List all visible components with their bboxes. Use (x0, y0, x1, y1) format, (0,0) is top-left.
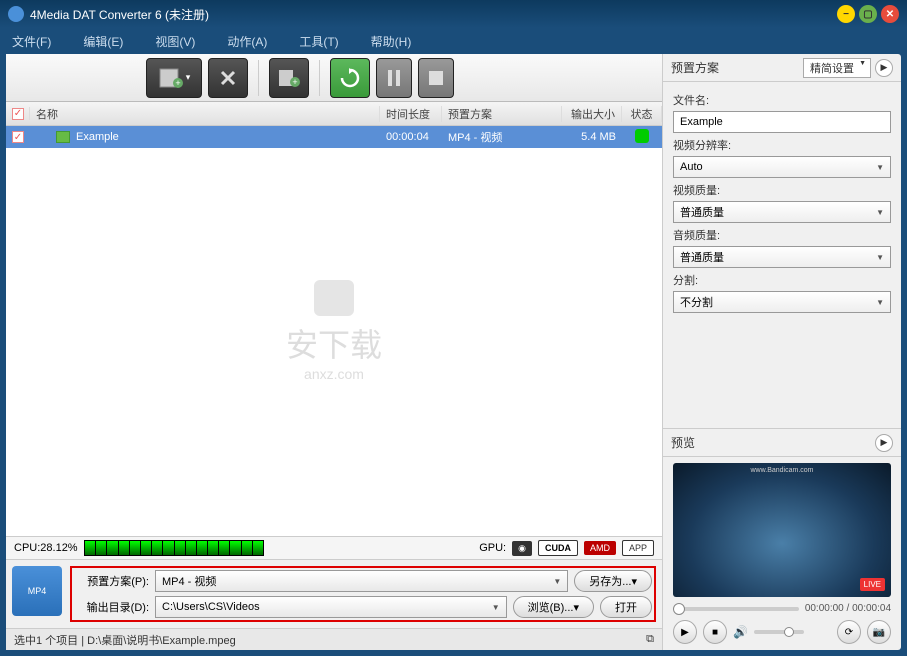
list-row[interactable]: ✓ Example 00:00:04 MP4 - 视频 5.4 MB (6, 126, 662, 148)
preset-header: 预置方案 精简设置 ▶ (663, 54, 901, 82)
properties-panel: 文件名: 视频分辨率: Auto 视频质量: 普通质量 音频质量: 普通质量 分… (663, 82, 901, 428)
column-name[interactable]: 名称 (30, 106, 380, 122)
preset-mode-select[interactable]: 精简设置 (803, 58, 871, 78)
format-icon[interactable]: MP4 (12, 566, 62, 616)
volume-icon[interactable]: 🔊 (733, 625, 748, 639)
open-button[interactable]: 打开 (600, 596, 652, 618)
volume-slider[interactable] (754, 630, 804, 634)
cpu-bar: CPU:28.12% GPU: ◉ CUDA AMD APP (6, 536, 662, 560)
close-button[interactable]: ✕ (881, 5, 899, 23)
column-duration[interactable]: 时间长度 (380, 106, 442, 122)
output-label: 输出目录(D): (74, 599, 149, 615)
toolbar: +▾ + (6, 54, 662, 102)
gpu-label: GPU: (479, 542, 506, 554)
split-label: 分割: (673, 272, 891, 288)
preview-area: 预览 ▶ www.Bandicam.com LIVE 00:00:00 / 00… (663, 428, 901, 650)
preview-expand-button[interactable]: ▶ (875, 434, 893, 452)
vquality-select[interactable]: 普通质量 (673, 201, 891, 223)
vquality-label: 视频质量: (673, 182, 891, 198)
output-path-select[interactable]: C:\Users\CS\Videos (155, 596, 507, 618)
preview-header: 预览 ▶ (663, 429, 901, 457)
plan-label: 预置方案(P): (74, 573, 149, 589)
title-bar: 4Media DAT Converter 6 (未注册) − ▢ ✕ (0, 0, 907, 28)
seek-track[interactable] (673, 607, 799, 611)
svg-text:+: + (175, 78, 180, 88)
file-list[interactable]: ✓ Example 00:00:04 MP4 - 视频 5.4 MB 安下载 a… (6, 126, 662, 536)
menu-help[interactable]: 帮助(H) (371, 33, 412, 50)
row-checkbox[interactable]: ✓ (12, 131, 24, 143)
player-controls: ▶ ■ 🔊 ⟳ 📷 (663, 614, 901, 650)
cpu-label: CPU:28.12% (14, 542, 84, 554)
row-plan: MP4 - 视频 (442, 129, 562, 145)
row-status (622, 129, 662, 146)
status-text: 选中1 个项目 | D:\桌面\说明书\Example.mpeg (14, 632, 236, 648)
app-icon (8, 6, 24, 22)
convert-button[interactable] (330, 58, 370, 98)
resize-grip-icon[interactable]: ⧉ (646, 633, 654, 646)
seek-thumb[interactable] (673, 603, 685, 615)
file-icon (56, 131, 70, 143)
nvidia-icon: ◉ (512, 541, 532, 556)
menu-action[interactable]: 动作(A) (227, 33, 267, 50)
filename-input[interactable] (673, 111, 891, 133)
svg-text:+: + (292, 77, 297, 87)
snapshot-button[interactable]: ⟳ (837, 620, 861, 644)
menu-file[interactable]: 文件(F) (12, 33, 51, 50)
live-badge: LIVE (860, 578, 885, 591)
camera-button[interactable]: 📷 (867, 620, 891, 644)
separator (258, 60, 259, 96)
resolution-label: 视频分辨率: (673, 137, 891, 153)
column-plan[interactable]: 预置方案 (442, 106, 562, 122)
delete-button[interactable] (208, 58, 248, 98)
cuda-badge[interactable]: CUDA (538, 540, 578, 556)
cpu-graph (84, 540, 264, 556)
resolution-select[interactable]: Auto (673, 156, 891, 178)
amd-badge[interactable]: AMD (584, 541, 616, 555)
app-badge[interactable]: APP (622, 540, 654, 556)
column-size[interactable]: 输出大小 (562, 106, 622, 122)
window-title: 4Media DAT Converter 6 (未注册) (30, 6, 833, 23)
add-profile-button[interactable]: + (269, 58, 309, 98)
minimize-button[interactable]: − (837, 5, 855, 23)
row-name: Example (30, 131, 380, 143)
filename-label: 文件名: (673, 92, 891, 108)
menu-edit[interactable]: 编辑(E) (83, 33, 123, 50)
preset-expand-button[interactable]: ▶ (875, 59, 893, 77)
preview-video[interactable]: www.Bandicam.com LIVE (673, 463, 891, 597)
row-size: 5.4 MB (562, 131, 622, 143)
right-pane: 预置方案 精简设置 ▶ 文件名: 视频分辨率: Auto 视频质量: 普通质量 … (663, 54, 901, 650)
left-pane: +▾ + ✓ 名称 时间长度 预置方案 输出大小 状态 ✓ Example (6, 54, 663, 650)
pause-button[interactable] (376, 58, 412, 98)
browse-button[interactable]: 浏览(B)... ▾ (513, 596, 594, 618)
preview-watermark: www.Bandicam.com (750, 467, 813, 474)
stop-preview-button[interactable]: ■ (703, 620, 727, 644)
timeline: 00:00:00 / 00:00:04 (663, 603, 901, 614)
saveas-button[interactable]: 另存为... ▾ (574, 570, 652, 592)
menu-view[interactable]: 视图(V) (155, 33, 195, 50)
stop-button[interactable] (418, 58, 454, 98)
time-display: 00:00:00 / 00:00:04 (805, 603, 891, 614)
aquality-select[interactable]: 普通质量 (673, 246, 891, 268)
list-header: ✓ 名称 时间长度 预置方案 输出大小 状态 (6, 102, 662, 126)
plan-select[interactable]: MP4 - 视频 (155, 570, 568, 592)
workspace: +▾ + ✓ 名称 时间长度 预置方案 输出大小 状态 ✓ Example (6, 54, 901, 650)
watermark: 安下载 anxz.com (286, 280, 382, 382)
status-dot-icon (635, 129, 649, 143)
split-select[interactable]: 不分割 (673, 291, 891, 313)
row-duration: 00:00:04 (380, 131, 442, 143)
bottom-controls: MP4 预置方案(P): MP4 - 视频 另存为... ▾ 输出目录(D): … (6, 560, 662, 628)
aquality-label: 音频质量: (673, 227, 891, 243)
menu-bar: 文件(F) 编辑(E) 视图(V) 动作(A) 工具(T) 帮助(H) (0, 28, 907, 54)
status-bar: 选中1 个项目 | D:\桌面\说明书\Example.mpeg ⧉ (6, 628, 662, 650)
maximize-button[interactable]: ▢ (859, 5, 877, 23)
separator (319, 60, 320, 96)
column-checkbox[interactable]: ✓ (6, 107, 30, 120)
play-button[interactable]: ▶ (673, 620, 697, 644)
menu-tools[interactable]: 工具(T) (299, 33, 338, 50)
add-file-button[interactable]: +▾ (146, 58, 202, 98)
column-status[interactable]: 状态 (622, 106, 662, 122)
